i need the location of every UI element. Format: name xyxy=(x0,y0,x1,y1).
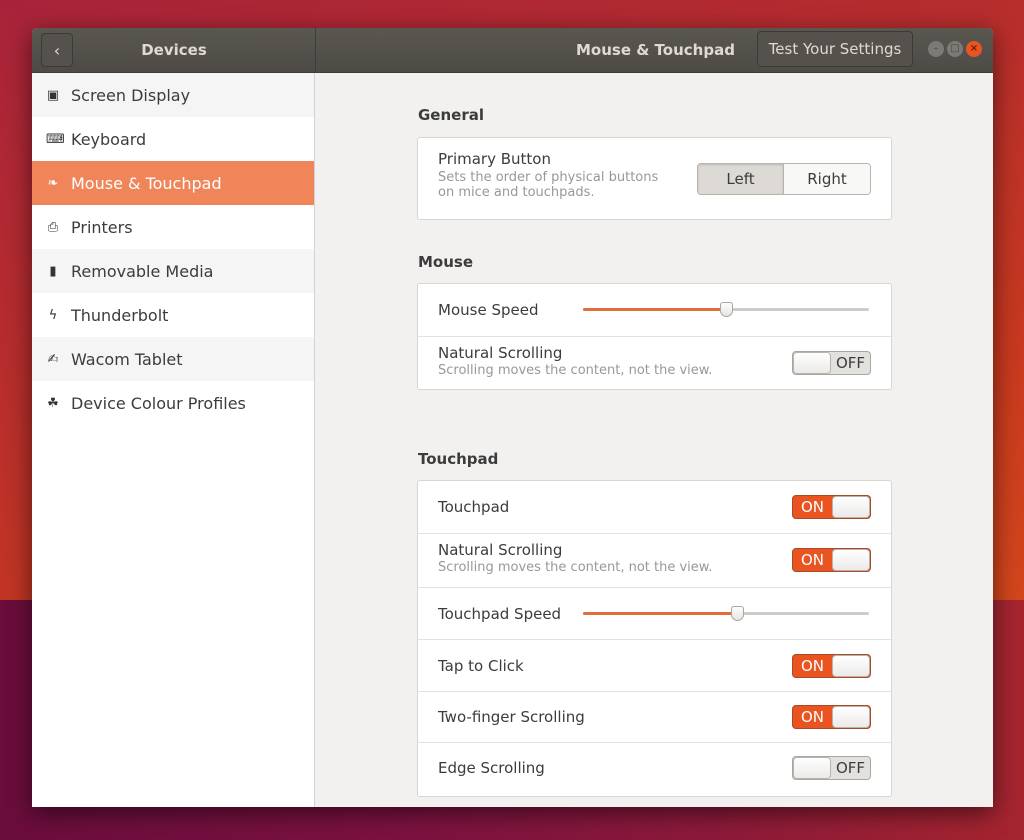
chevron-left-icon: ‹ xyxy=(53,40,61,60)
minimize-icon: – xyxy=(933,43,939,54)
switch-state-label: OFF xyxy=(835,354,866,372)
mouse-icon: ❧ xyxy=(47,175,59,191)
section-title-mouse: Mouse xyxy=(418,253,474,271)
back-button[interactable]: ‹ xyxy=(41,33,73,67)
switch-state-label: OFF xyxy=(835,759,866,777)
sidebar-title: Devices xyxy=(141,41,207,59)
slider-knob[interactable] xyxy=(720,302,733,317)
slider-fill xyxy=(583,612,738,615)
switch-state-label: ON xyxy=(800,498,824,516)
mouse-natural-scrolling-switch[interactable]: OFF xyxy=(792,351,871,375)
minimize-button[interactable]: – xyxy=(928,41,944,57)
tablet-icon: ✍ xyxy=(47,351,59,367)
touchpad-enable-row: Touchpad ON xyxy=(418,481,891,533)
edge-scrolling-row: Edge Scrolling OFF xyxy=(418,742,891,794)
settings-window: Devices ‹ Mouse & Touchpad Test Your Set… xyxy=(32,28,993,807)
primary-button-right[interactable]: Right xyxy=(784,164,870,194)
colour-profile-icon: ☘ xyxy=(47,395,59,411)
header-bar: Devices ‹ Mouse & Touchpad Test Your Set… xyxy=(32,28,993,73)
switch-state-label: ON xyxy=(800,551,824,569)
sidebar-item-label: Keyboard xyxy=(71,129,147,149)
sidebar-item-mouse-touchpad[interactable]: ❧ Mouse & Touchpad xyxy=(32,161,314,205)
printer-icon: ⎙ xyxy=(47,219,59,235)
tap-to-click-row: Tap to Click ON xyxy=(418,639,891,691)
header-right: Mouse & Touchpad Test Your Settings – □ … xyxy=(316,28,993,72)
sidebar: ▣ Screen Display ⌨ Keyboard ❧ Mouse & To… xyxy=(32,73,315,807)
sidebar-item-thunderbolt[interactable]: ϟ Thunderbolt xyxy=(32,293,314,337)
sidebar-item-label: Thunderbolt xyxy=(71,305,169,325)
usb-drive-icon: ▮ xyxy=(49,263,57,279)
touchpad-natural-scrolling-row: Natural Scrolling Scrolling moves the co… xyxy=(418,533,891,587)
edge-scrolling-switch[interactable]: OFF xyxy=(792,756,871,780)
sidebar-item-label: Printers xyxy=(71,217,133,237)
touchpad-natural-scrolling-switch[interactable]: ON xyxy=(792,548,871,572)
sidebar-item-label: Screen Display xyxy=(71,85,191,105)
two-finger-scrolling-row: Two-finger Scrolling ON xyxy=(418,691,891,742)
sidebar-item-label: Mouse & Touchpad xyxy=(71,173,222,193)
sidebar-item-removable-media[interactable]: ▮ Removable Media xyxy=(32,249,314,293)
sidebar-item-keyboard[interactable]: ⌨ Keyboard xyxy=(32,117,314,161)
close-icon: × xyxy=(969,43,979,54)
window-controls: – □ × xyxy=(928,41,982,57)
switch-state-label: ON xyxy=(800,708,824,726)
keyboard-icon: ⌨ xyxy=(46,131,65,147)
mouse-speed-slider[interactable] xyxy=(583,302,869,318)
switch-knob xyxy=(793,757,832,779)
close-button[interactable]: × xyxy=(966,41,982,57)
slider-knob[interactable] xyxy=(731,606,745,621)
switch-knob xyxy=(831,706,870,728)
slider-fill xyxy=(583,308,726,311)
sidebar-item-label: Device Colour Profiles xyxy=(71,393,246,413)
general-card: Primary Button Sets the order of physica… xyxy=(417,137,892,220)
switch-knob xyxy=(793,352,832,374)
maximize-button[interactable]: □ xyxy=(947,41,963,57)
touchpad-card: Touchpad ON Natural Scrolling Scrolling … xyxy=(417,480,892,797)
mouse-natural-scrolling-row: Natural Scrolling Scrolling moves the co… xyxy=(418,336,891,389)
sidebar-item-label: Wacom Tablet xyxy=(71,349,183,369)
switch-knob xyxy=(831,549,870,571)
test-settings-button[interactable]: Test Your Settings xyxy=(757,31,913,67)
two-finger-scrolling-switch[interactable]: ON xyxy=(792,705,871,729)
mouse-card: Mouse Speed Natural Scrolling Scrolling … xyxy=(417,283,892,390)
section-title-touchpad: Touchpad xyxy=(418,450,499,468)
display-icon: ▣ xyxy=(46,87,60,103)
panel-title: Mouse & Touchpad xyxy=(576,41,735,59)
touchpad-switch[interactable]: ON xyxy=(792,495,871,519)
primary-button-selector: Left Right xyxy=(697,163,871,195)
mouse-speed-row: Mouse Speed xyxy=(418,284,891,336)
primary-button-row: Primary Button Sets the order of physica… xyxy=(418,138,891,219)
sidebar-item-wacom-tablet[interactable]: ✍ Wacom Tablet xyxy=(32,337,314,381)
sidebar-item-printers[interactable]: ⎙ Printers xyxy=(32,205,314,249)
primary-button-left[interactable]: Left xyxy=(698,164,784,194)
switch-state-label: ON xyxy=(800,657,824,675)
header-left: Devices ‹ xyxy=(32,28,316,73)
content-area: General Primary Button Sets the order of… xyxy=(316,73,993,807)
sidebar-item-label: Removable Media xyxy=(71,261,214,281)
switch-knob xyxy=(831,496,870,518)
touchpad-speed-slider[interactable] xyxy=(583,606,869,622)
switch-knob xyxy=(831,655,870,677)
thunderbolt-icon: ϟ xyxy=(48,307,58,323)
section-title-general: General xyxy=(418,106,484,124)
maximize-icon: □ xyxy=(950,43,960,54)
sidebar-item-colour-profiles[interactable]: ☘ Device Colour Profiles xyxy=(32,381,314,425)
sidebar-item-screen-display[interactable]: ▣ Screen Display xyxy=(32,73,314,117)
touchpad-speed-row: Touchpad Speed xyxy=(418,587,891,639)
tap-to-click-switch[interactable]: ON xyxy=(792,654,871,678)
